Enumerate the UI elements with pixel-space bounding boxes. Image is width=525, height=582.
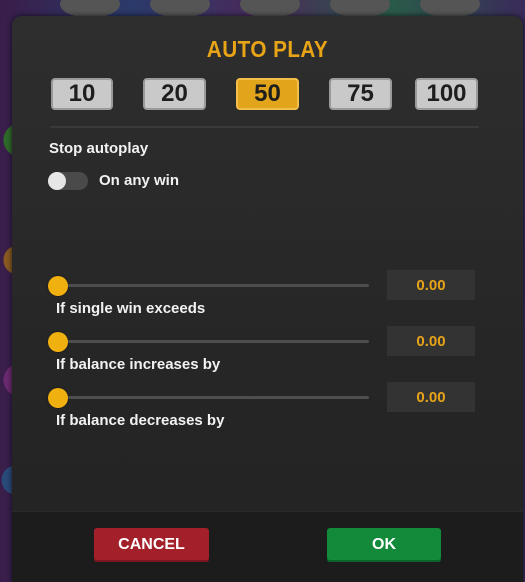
stop-autoplay-heading: Stop autoplay: [49, 140, 149, 157]
on-any-win-toggle[interactable]: [48, 172, 88, 190]
single-win-label: If single win exceeds: [56, 300, 206, 317]
count-button-75[interactable]: 75: [329, 78, 392, 110]
divider: [50, 126, 479, 128]
balance-decrease-slider-track[interactable]: [52, 396, 369, 399]
balance-decrease-value: 0.00: [387, 382, 475, 412]
balance-increase-slider-track[interactable]: [52, 340, 369, 343]
balance-increase-value: 0.00: [387, 326, 475, 356]
single-win-value: 0.00: [387, 270, 475, 300]
balance-decrease-label: If balance decreases by: [56, 412, 225, 429]
balance-increase-label: If balance increases by: [56, 356, 221, 373]
dialog-footer: CANCEL OK: [12, 511, 523, 582]
on-any-win-label: On any win: [99, 172, 180, 189]
dialog-title: AUTO PLAY: [206, 36, 329, 62]
count-button-100[interactable]: 100: [415, 78, 478, 110]
ok-button[interactable]: OK: [327, 528, 441, 562]
count-button-50[interactable]: 50: [236, 78, 299, 110]
balance-increase-slider-thumb[interactable]: [48, 332, 68, 352]
toggle-knob: [48, 172, 66, 190]
single-win-slider-thumb[interactable]: [48, 276, 68, 296]
balance-decrease-slider-thumb[interactable]: [48, 388, 68, 408]
cancel-button[interactable]: CANCEL: [94, 528, 209, 562]
count-button-10[interactable]: 10: [51, 78, 113, 110]
count-button-20[interactable]: 20: [143, 78, 206, 110]
single-win-slider-track[interactable]: [52, 284, 369, 287]
autoplay-dialog: AUTO PLAY 10 20 50 75 100 Stop autoplay …: [12, 16, 523, 582]
